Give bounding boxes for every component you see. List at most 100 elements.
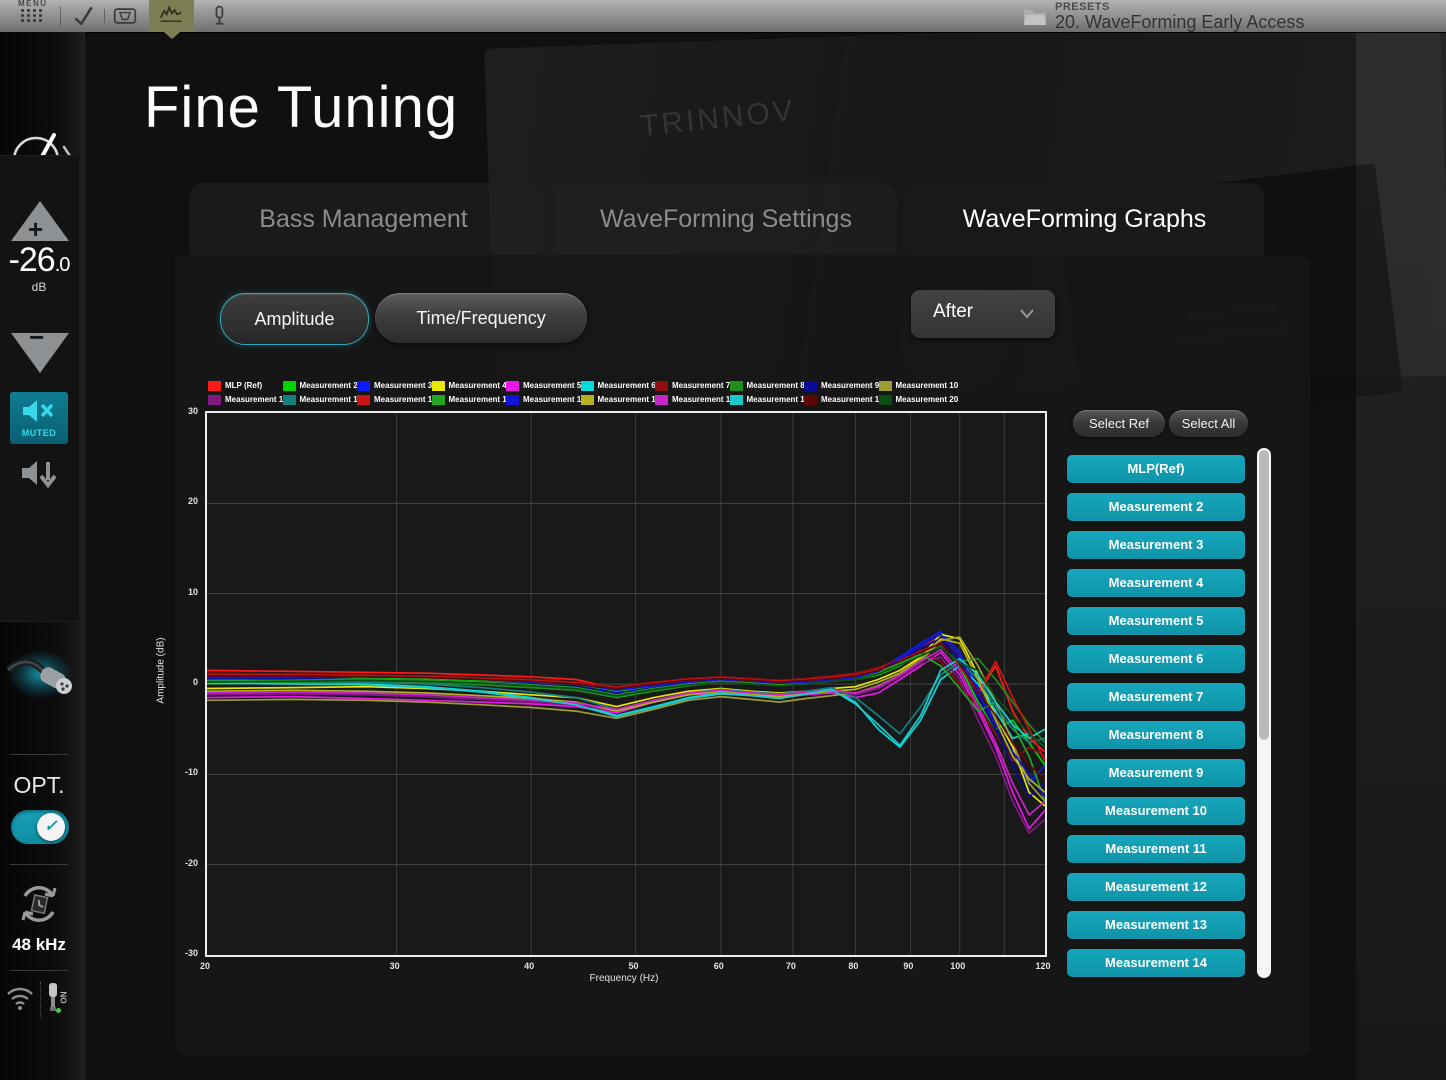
divider [10, 970, 68, 971]
amplitude-button[interactable]: Amplitude [220, 293, 369, 345]
amplitude-chart: Amplitude (dB) Frequency (Hz) 3020100-10… [150, 395, 1075, 995]
wifi-icon[interactable] [4, 984, 36, 1012]
y-tick-label: 10 [150, 587, 198, 597]
x-tick-label: 40 [512, 961, 546, 971]
mic-on-label: ON [60, 992, 69, 1004]
mic-status-dot [56, 1008, 61, 1013]
state-dropdown[interactable]: After [911, 290, 1055, 338]
optimizer-toggle[interactable]: ✓ [11, 810, 69, 844]
legend-item: Measurement 10 [879, 380, 954, 391]
speaker-muted-icon [21, 398, 57, 424]
legend-swatch [655, 381, 668, 391]
menu-grid-icon[interactable] [21, 9, 43, 22]
clock-sync-icon[interactable] [17, 882, 61, 926]
select-all-button[interactable]: Select All [1169, 410, 1248, 437]
sample-rate-label: 48 kHz [0, 935, 78, 955]
legend-item: Measurement 2 [283, 380, 358, 391]
x-tick-label: 20 [188, 961, 222, 971]
legend-item: Measurement 9 [804, 380, 879, 391]
check-icon[interactable] [70, 4, 96, 28]
legend-item: Measurement 8 [730, 380, 805, 391]
plot-area[interactable] [205, 411, 1047, 957]
microphone-icon[interactable] [206, 4, 232, 28]
volume-value: -26.0 [0, 241, 78, 280]
y-tick-label: -10 [150, 767, 198, 777]
x-tick-label: 90 [891, 961, 925, 971]
waveform-graph-icon[interactable] [158, 4, 184, 28]
presets-folder-icon[interactable] [1022, 6, 1048, 28]
measurement-list: MLP(Ref) Measurement 2 Measurement 3 Measur… [1067, 455, 1245, 987]
muted-label: MUTED [10, 428, 68, 438]
chart-series [207, 661, 1045, 742]
optimizer-label: OPT. [0, 772, 78, 799]
screen-icon[interactable] [112, 4, 138, 28]
xlr-connector-image [4, 644, 76, 716]
active-tool-notch [164, 32, 180, 39]
x-tick-label: 120 [1026, 961, 1060, 971]
preset-name[interactable]: 20. WaveForming Early Access [1055, 12, 1304, 33]
measurement-button[interactable]: Measurement 9 [1067, 759, 1245, 787]
legend-item: Measurement 7 [655, 380, 730, 391]
legend-swatch [283, 381, 296, 391]
measurement-button[interactable]: Measurement 4 [1067, 569, 1245, 597]
toolbar-divider [60, 6, 61, 26]
legend-label: Measurement 10 [896, 381, 959, 390]
measurement-button[interactable]: Measurement 11 [1067, 835, 1245, 863]
legend-label: Measurement 7 [672, 381, 730, 390]
device-brand-text: TRINNOV [639, 94, 798, 144]
x-tick-label: 30 [378, 961, 412, 971]
legend-label: Measurement 5 [523, 381, 581, 390]
xlr-cable-icon [4, 644, 76, 716]
y-tick-label: -20 [150, 858, 198, 868]
measurement-button[interactable]: Measurement 7 [1067, 683, 1245, 711]
measurement-button[interactable]: Measurement 14 [1067, 949, 1245, 977]
connectivity-row: ON [0, 980, 78, 1024]
measurement-button[interactable]: MLP(Ref) [1067, 455, 1245, 483]
chevron-down-icon [1019, 308, 1035, 319]
minus-icon: − [29, 322, 44, 353]
measurement-button[interactable]: Measurement 8 [1067, 721, 1245, 749]
legend-swatch [730, 381, 743, 391]
tab-waveforming-settings[interactable]: WaveForming Settings [555, 183, 897, 255]
x-tick-label: 50 [617, 961, 651, 971]
menu-label: MENU [18, 0, 48, 8]
time-frequency-button[interactable]: Time/Frequency [375, 293, 587, 343]
y-axis-title: Amplitude (dB) [156, 637, 167, 703]
legend-swatch [208, 381, 221, 391]
measurement-button[interactable]: Measurement 10 [1067, 797, 1245, 825]
measurement-button[interactable]: Measurement 13 [1067, 911, 1245, 939]
measurement-button[interactable]: Measurement 12 [1067, 873, 1245, 901]
legend-swatch [581, 381, 594, 391]
measurement-button[interactable]: Measurement 2 [1067, 493, 1245, 521]
tab-bass-management[interactable]: Bass Management [189, 183, 538, 255]
dim-button[interactable] [18, 458, 62, 488]
toolbar-divider [104, 9, 105, 23]
chart-series [207, 643, 1045, 779]
x-axis-title: Frequency (Hz) [205, 973, 1043, 984]
measurement-scrollbar[interactable] [1257, 448, 1271, 978]
divider [10, 864, 68, 865]
x-tick-label: 70 [774, 961, 808, 971]
state-dropdown-value: After [933, 301, 973, 323]
divider [10, 754, 68, 755]
legend-label: Measurement 9 [821, 381, 879, 390]
legend-label: Measurement 4 [449, 381, 507, 390]
volume-section: + -26.0 dB − MUTED [0, 155, 78, 622]
legend-item: Measurement 4 [432, 380, 507, 391]
measurement-button[interactable]: Measurement 5 [1067, 607, 1245, 635]
legend-label: MLP (Ref) [225, 381, 262, 390]
legend-item: Measurement 6 [581, 380, 656, 391]
measurement-button[interactable]: Measurement 3 [1067, 531, 1245, 559]
mute-button[interactable]: MUTED [10, 392, 68, 444]
select-ref-button[interactable]: Select Ref [1073, 410, 1165, 437]
legend-swatch [506, 381, 519, 391]
legend-label: Measurement 2 [300, 381, 358, 390]
scrollbar-thumb[interactable] [1259, 450, 1269, 740]
legend-label: Measurement 6 [598, 381, 656, 390]
measurement-button[interactable]: Measurement 6 [1067, 645, 1245, 673]
left-sidebar: + -26.0 dB − MUTED [0, 32, 85, 1080]
y-tick-label: 20 [150, 496, 198, 506]
top-toolbar: MENU PRESETS 20. WaveForming Early Acces… [0, 0, 1446, 32]
x-tick-label: 60 [702, 961, 736, 971]
tab-waveforming-graphs[interactable]: WaveForming Graphs [905, 183, 1264, 255]
